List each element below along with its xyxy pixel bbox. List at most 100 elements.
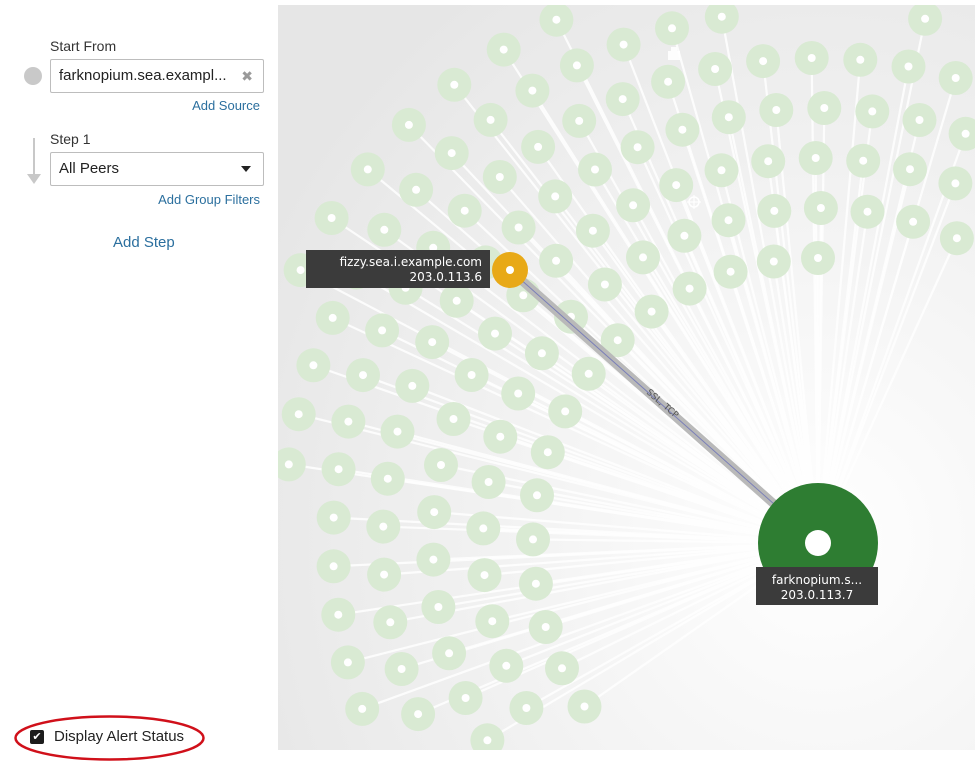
peer-node-faded-core [495,173,504,181]
peer-node-faded-core [724,216,733,225]
peer-node-faded-core [613,336,622,345]
peer-node-faded-core [449,415,458,423]
peer-node-faded-core [484,478,493,486]
peer-node-faded-core [359,371,367,380]
peer-node-faded-core [296,266,305,275]
peer-node-faded-core [619,40,628,49]
peer-node-faded-core [437,461,445,469]
peer-node-faded-core [380,570,389,579]
peer-node-faded-core [856,55,865,64]
peer-node-faded-core [460,206,469,215]
peer-node-faded-core [717,166,726,175]
peer-node-faded-core [429,555,438,564]
peer-node-faded-core [486,115,495,124]
peer-node-faded-core [534,142,543,151]
peer-node-faded-core [447,149,456,158]
peer-node-faded-core [461,694,470,702]
peer-node-faded-core [726,267,735,276]
peer-node-faded-core [519,291,528,300]
source-status-dot [24,67,42,85]
peer-node-faded-core [430,508,439,517]
graph-canvas[interactable]: SSL, TCP farknopium.s... 203.0.113.7 fiz… [278,5,975,750]
peer-node-faded-core [329,562,338,571]
peer-node-faded-core [572,61,581,70]
add-group-filters-link[interactable]: Add Group Filters [158,192,260,207]
sidebar: Start From farknopium.sea.exampl... ✖ Ad… [0,0,278,784]
peer-node-faded-core [529,535,537,544]
peer-node-faded-core [380,225,389,234]
peer-node-faded-core [412,185,421,194]
peer-node-faded-core [764,157,773,166]
peer-node-faded-core [561,407,570,416]
peer-node-faded-core [633,143,642,152]
step-arrow-icon [33,138,35,176]
peer-node-faded-core [329,513,338,522]
peer-node-faded-core [533,491,541,500]
peer-node-faded-core [499,45,508,54]
step-arrowhead-icon [27,174,41,184]
add-source-link[interactable]: Add Source [192,98,260,113]
peer-node-faded-core [811,154,820,162]
clear-icon[interactable]: ✖ [241,60,253,92]
peer-node-faded-core [479,524,488,533]
peer-node-faded-core [807,54,816,62]
peer-node-core [506,266,514,274]
peer-node-faded-core [678,125,687,134]
peer-node-faded-core [378,326,387,335]
peer-node-faded-core [820,104,829,112]
peer-node-faded-core [668,24,676,33]
step-select[interactable]: All Peers [50,152,264,186]
peer-node-faded-core [672,181,681,190]
peer-node-faded-core [467,371,476,379]
peer-node-faded-core [414,710,423,719]
peer-node-faded-core [334,465,343,474]
peer-node-faded-core [618,95,627,104]
source-field[interactable]: farknopium.sea.exampl... ✖ [50,59,264,93]
peer-node-faded-core [915,116,924,124]
peer-node-faded-core [951,179,960,188]
peer-node-faded-core [909,217,918,226]
peer-node-faded-core [528,86,537,95]
peer-node-faded-core [328,313,337,322]
peer-node-faded-core [445,649,454,658]
peer-node-faded-core [814,254,822,262]
add-step-link[interactable]: Add Step [113,234,175,251]
peer-node-faded-core [558,664,566,673]
peer-node-faded-core [450,80,459,89]
peer-node-faded-core [531,579,540,588]
peer-node-faded-core [868,107,877,116]
peer-node-faded-core [514,389,523,398]
peer-node-faded-core [480,571,489,580]
peer-node-faded-core [717,12,726,21]
display-alert-checkbox[interactable]: ✔ [30,730,44,744]
peer-node-faded-core [580,702,589,711]
peer-node-faded-core [759,57,768,66]
peer-node-faded-core [386,618,395,627]
peer-node-faded-core [344,417,353,426]
peer-node-faded-core [404,120,413,129]
peer-node-faded-core [588,226,597,235]
peer-node-faded-core [393,427,402,436]
peer-node-faded-core [379,522,388,531]
peer-node-faded-core [685,284,694,293]
peer-node-faded-core [863,207,872,216]
peer-node-faded-core [537,349,546,358]
peer-node-faded-core [408,381,417,390]
peer-node-faded-core [906,165,914,174]
peer-node-faded-core [294,410,303,419]
peer-node-faded-core [434,603,443,611]
peer-node-faded-core [428,338,437,347]
peer-node-faded-core [680,231,689,240]
peer-node-faded-core [358,704,367,713]
peer-node-ip: 203.0.113.6 [409,270,482,284]
peer-node-faded-core [383,474,392,483]
peer-node-faded-core [327,214,336,222]
peer-node-faded-core [859,156,868,165]
peer-node-faded-core [552,256,561,265]
peer-node-faded-core [397,665,406,673]
peer-node-faded-core [724,113,733,122]
center-node-core [805,530,831,556]
peer-node-faded-core [491,329,499,338]
peer-node-faded-core [452,296,461,305]
peer-node-faded-core [363,165,372,174]
